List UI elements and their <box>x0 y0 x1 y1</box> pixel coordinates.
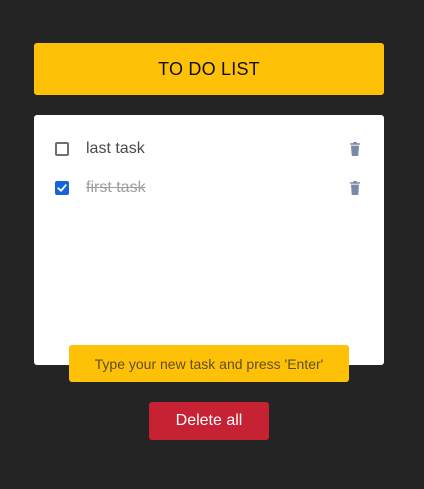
task-checkbox[interactable] <box>55 181 69 195</box>
task-item: first task <box>34 173 384 203</box>
checkmark-icon <box>57 184 67 192</box>
task-list-card: last task first task <box>34 115 384 365</box>
trash-icon[interactable] <box>349 181 361 195</box>
delete-all-button[interactable]: Delete all <box>149 402 269 440</box>
task-item: last task <box>34 134 384 164</box>
trash-icon[interactable] <box>349 142 361 156</box>
app-header: TO DO LIST <box>34 43 384 95</box>
new-task-input[interactable] <box>69 345 349 382</box>
task-label: last task <box>86 140 145 157</box>
task-label: first task <box>86 179 146 196</box>
page-title: TO DO LIST <box>158 58 260 79</box>
task-checkbox[interactable] <box>55 142 69 156</box>
